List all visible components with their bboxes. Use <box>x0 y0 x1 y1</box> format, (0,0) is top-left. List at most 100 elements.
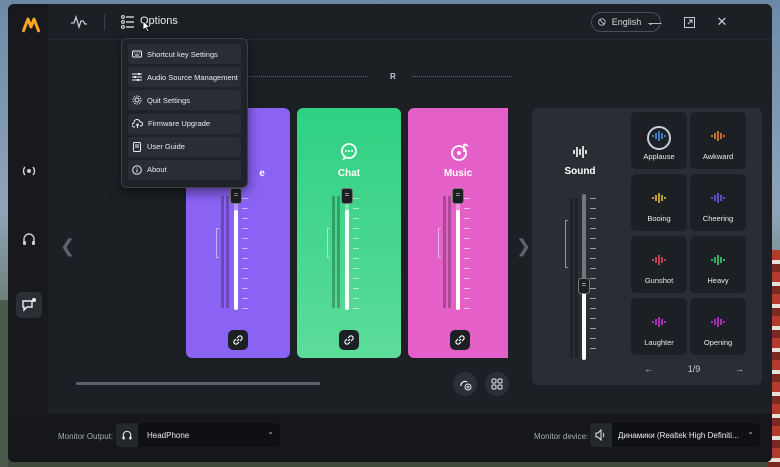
menu-item-label: Quit Settings <box>147 95 190 105</box>
pad-label: Gunshot <box>644 276 674 285</box>
channel-card-music: Music = <box>408 108 508 358</box>
close-icon[interactable]: ✕ <box>712 12 732 32</box>
sound-pad-gunshot[interactable]: Gunshot <box>631 236 687 293</box>
maximize-icon[interactable] <box>679 12 699 32</box>
menu-item-firmware-upgrade[interactable]: Firmware Upgrade <box>128 113 241 134</box>
monitor-output-label: Monitor Output: <box>58 432 114 441</box>
info-icon <box>132 165 142 175</box>
level-meter <box>221 196 224 308</box>
options-dropdown-menu: Shortcut key Settings Audio Source Manag… <box>121 38 248 188</box>
add-audio-icon <box>459 380 471 390</box>
pad-label: Opening <box>703 338 733 347</box>
volume-slider[interactable] <box>234 194 238 310</box>
chevron-up-icon: ⌃ <box>267 430 274 440</box>
side-rail <box>8 4 48 414</box>
monitor-output-select[interactable]: HeadPhone ⌃ <box>116 423 280 447</box>
sound-pad-cheering[interactable]: Cheering <box>690 174 746 231</box>
menu-item-label: Shortcut key Settings <box>147 49 218 59</box>
pad-label: Booing <box>647 214 671 223</box>
pad-label: Laughter <box>644 338 674 347</box>
level-meter <box>443 196 446 308</box>
language-value: English <box>611 17 642 27</box>
headphones-icon[interactable] <box>16 226 42 252</box>
level-meter <box>575 198 578 358</box>
waveform-icon <box>711 193 725 203</box>
horizontal-scrollbar[interactable] <box>76 382 320 385</box>
keyboard-icon <box>132 50 142 58</box>
link-button[interactable] <box>339 330 359 350</box>
volume-slider[interactable] <box>345 194 349 310</box>
sound-pad-applause[interactable]: Applause <box>631 112 687 169</box>
channel-title: Music <box>443 168 473 179</box>
monitor-device-value: Динамики (Realtek High Definiti... <box>618 430 739 440</box>
volume-slider-thumb[interactable]: = <box>230 188 242 204</box>
waveform-icon <box>652 131 666 141</box>
sound-slider-thumb[interactable]: = <box>578 278 590 294</box>
prev-page-arrow-icon[interactable]: ← <box>644 364 653 374</box>
level-bracket <box>438 228 441 258</box>
music-disc-icon <box>451 143 469 161</box>
volume-fill <box>456 210 460 310</box>
sound-pad-laughter[interactable]: Laughter <box>631 298 687 355</box>
sound-pad-heavy[interactable]: Heavy <box>690 236 746 293</box>
chat-sound-icon[interactable] <box>16 292 42 318</box>
desktop-background <box>0 300 8 467</box>
chat-bubble-icon <box>341 143 357 160</box>
waveform-icon[interactable] <box>68 13 90 31</box>
right-channel-label: R <box>390 72 396 81</box>
list-icon[interactable] <box>120 14 136 30</box>
volume-slider-thumb[interactable]: = <box>341 188 353 204</box>
monitor-device-select[interactable]: Динамики (Realtek High Definiti... ⌃ <box>590 423 760 447</box>
speaker-icon <box>590 423 612 447</box>
broadcast-icon[interactable] <box>16 158 42 184</box>
waveform-icon <box>711 131 725 141</box>
pad-label: Awkward <box>702 152 734 161</box>
next-page-arrow-icon[interactable]: → <box>735 364 744 374</box>
slider-ticks <box>242 198 248 310</box>
menu-item-label: User Guide <box>147 142 185 152</box>
link-button[interactable] <box>450 330 470 350</box>
volume-slider-thumb[interactable]: = <box>452 188 464 204</box>
cloud-upgrade-icon <box>132 118 143 128</box>
scroll-left-arrow-icon[interactable]: ❮ <box>60 236 75 257</box>
scroll-right-arrow-icon[interactable]: ❯ <box>516 236 531 257</box>
menu-item-audio-source-management[interactable]: Audio Source Management <box>128 67 241 88</box>
menu-item-label: Firmware Upgrade <box>148 119 211 129</box>
app-logo-icon <box>22 17 40 33</box>
menu-item-label: About <box>147 165 167 175</box>
globe-icon <box>598 18 606 26</box>
book-icon <box>133 141 141 152</box>
waveform-icon <box>652 193 666 203</box>
waveform-icon <box>711 255 725 265</box>
link-icon <box>233 335 243 345</box>
add-source-button[interactable] <box>453 372 477 396</box>
bottom-bar: Monitor Output: HeadPhone ⌃ Monitor devi… <box>8 414 772 462</box>
volume-fill <box>582 285 586 360</box>
slider-ticks <box>353 198 359 310</box>
chevron-up-icon: ⌃ <box>747 430 754 440</box>
slider-ticks <box>590 198 596 358</box>
monitor-output-value: HeadPhone <box>147 430 190 440</box>
grid-view-button[interactable] <box>485 372 509 396</box>
waveform-icon <box>652 255 666 265</box>
menu-item-shortcut-key-settings[interactable]: Shortcut key Settings <box>128 44 241 64</box>
menu-item-about[interactable]: About <box>128 159 241 180</box>
channel-card-chat: Chat = <box>297 108 401 358</box>
waveform-icon <box>711 317 725 327</box>
pad-label: Applause <box>643 152 675 161</box>
sliders-icon <box>132 73 142 82</box>
volume-slider[interactable] <box>456 194 460 310</box>
menu-item-user-guide[interactable]: User Guide <box>128 136 241 157</box>
volume-fill <box>345 210 349 310</box>
level-meter <box>448 196 451 308</box>
channel-title: Chat <box>337 168 361 179</box>
sound-pad-awkward[interactable]: Awkward <box>690 112 746 169</box>
level-bracket <box>327 228 330 258</box>
sound-pad-opening[interactable]: Opening <box>690 298 746 355</box>
minimize-icon[interactable]: — <box>645 12 665 32</box>
sound-pad-booing[interactable]: Booing <box>631 174 687 231</box>
link-button[interactable] <box>228 330 248 350</box>
menu-item-quit-settings[interactable]: Quit Settings <box>128 90 241 111</box>
sound-panel: Sound = Applause Awkward Booing Cheering… <box>532 108 762 385</box>
sound-volume-slider[interactable] <box>582 194 586 360</box>
